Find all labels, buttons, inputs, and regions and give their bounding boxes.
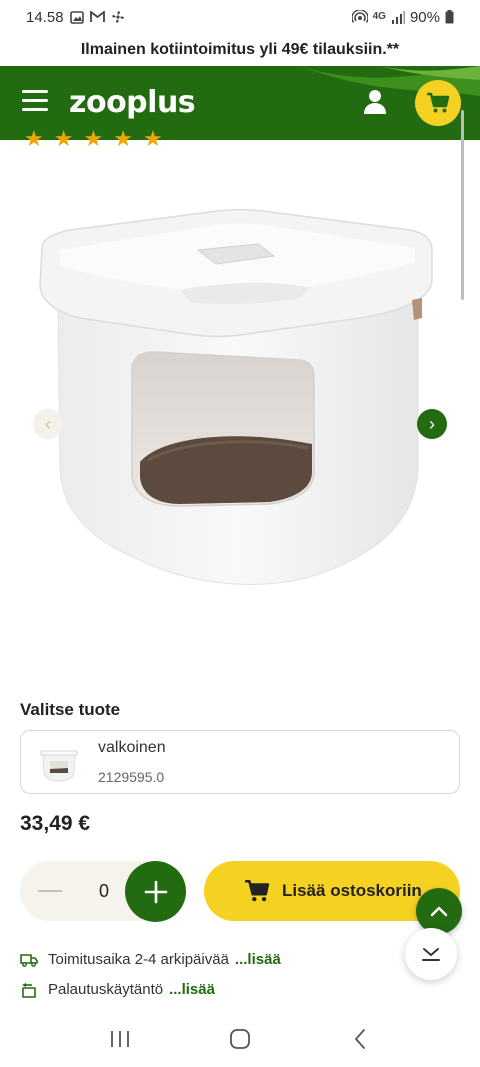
back-button[interactable] [345, 1024, 375, 1054]
system-navigation-bar [0, 1010, 480, 1067]
chevron-right-icon: › [429, 413, 435, 434]
recent-apps-button[interactable] [105, 1024, 135, 1054]
account-button[interactable] [362, 88, 388, 116]
star-icon: ★ [83, 126, 104, 151]
product-price: 33,49 € [20, 812, 91, 835]
carousel-prev-button[interactable]: ‹ [33, 409, 63, 439]
return-box-icon [22, 982, 36, 998]
battery-icon [445, 10, 454, 24]
variant-name: valkoinen [98, 739, 166, 756]
returns-more-link[interactable]: ...lisää [169, 981, 215, 998]
rating-stars: ★ ★ ★ ★ ★ [24, 128, 163, 150]
cart-icon [245, 879, 270, 902]
cart-button[interactable] [415, 80, 461, 126]
network-type: 4G [372, 11, 386, 22]
quantity-value[interactable]: 0 [94, 881, 114, 902]
delivery-info: Toimitusaika 2-4 arkipäivää ...lisää [20, 951, 281, 968]
zooplus-logo[interactable]: zooplus [69, 85, 196, 120]
fan-icon [111, 11, 124, 23]
menu-icon [22, 90, 48, 93]
star-icon: ★ [24, 126, 44, 151]
variant-thumbnail [40, 750, 78, 782]
menu-button[interactable] [22, 90, 48, 112]
star-icon: ★ [53, 126, 74, 151]
returns-info: Palautuskäytäntö ...lisää [20, 981, 215, 998]
battery-percent: 90% [409, 8, 440, 26]
status-time: 14.58 [26, 8, 64, 26]
signal-icon [391, 10, 405, 24]
variant-section-title: Valitse tuote [20, 700, 121, 719]
home-button[interactable] [225, 1024, 255, 1054]
product-image[interactable] [30, 200, 440, 610]
delivery-text: Toimitusaika 2-4 arkipäivää [48, 951, 229, 968]
chevron-down-icon [422, 948, 440, 961]
carousel-next-button[interactable]: › [417, 409, 447, 439]
quantity-stepper: 0 [20, 861, 186, 922]
gallery-icon [69, 10, 84, 24]
mail-icon [89, 11, 105, 22]
hotspot-icon [351, 10, 368, 23]
truck-icon [20, 953, 38, 967]
returns-text: Palautuskäytäntö [48, 981, 164, 998]
star-icon: ★ [113, 126, 133, 151]
recent-apps-icon [111, 1030, 129, 1047]
plus-icon [144, 880, 167, 903]
add-to-cart-label: Lisää ostoskoriin [282, 881, 422, 900]
star-icon: ★ [142, 126, 163, 151]
variant-option[interactable]: valkoinen 2129595.0 [20, 730, 460, 794]
page-scrollbar[interactable] [461, 110, 464, 300]
decrease-quantity-button[interactable] [38, 890, 62, 892]
cart-icon [427, 92, 450, 113]
scroll-down-button[interactable] [405, 928, 457, 980]
status-bar: 14.58 4G 90% [0, 0, 480, 34]
variant-code: 2129595.0 [98, 769, 165, 785]
user-icon [364, 90, 386, 114]
promo-banner[interactable]: Ilmainen kotiintoimitus yli 49€ tilauksi… [0, 34, 480, 66]
back-icon [355, 1028, 365, 1049]
increase-quantity-button[interactable] [125, 861, 186, 922]
scroll-up-button[interactable] [416, 888, 462, 934]
home-icon [230, 1028, 250, 1049]
delivery-more-link[interactable]: ...lisää [235, 951, 281, 968]
chevron-left-icon: ‹ [45, 413, 51, 434]
chevron-up-icon [430, 906, 448, 917]
